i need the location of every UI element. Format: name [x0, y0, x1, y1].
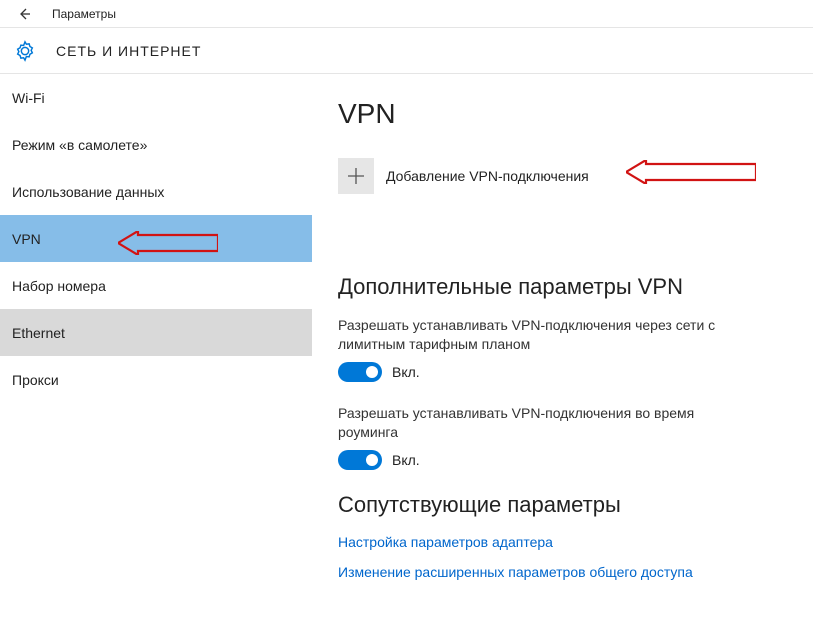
sidebar-item-wifi[interactable]: Wi-Fi: [0, 74, 312, 121]
content-area: VPN Добавление VPN-подключения Дополните…: [312, 74, 813, 634]
plus-icon: [347, 167, 365, 185]
advanced-section-title: Дополнительные параметры VPN: [338, 274, 787, 300]
sidebar-item-ethernet[interactable]: Ethernet: [0, 309, 312, 356]
setting-metered-desc: Разрешать устанавливать VPN-подключения …: [338, 316, 758, 354]
sidebar-item-dialup[interactable]: Набор номера: [0, 262, 312, 309]
sidebar-item-label: VPN: [12, 231, 41, 247]
page-title: VPN: [338, 98, 787, 130]
app-title: Параметры: [52, 7, 116, 21]
toggle-roaming-state: Вкл.: [392, 452, 420, 468]
sidebar-item-proxy[interactable]: Прокси: [0, 356, 312, 403]
add-vpn-label: Добавление VPN-подключения: [386, 168, 589, 184]
sidebar-item-label: Использование данных: [12, 184, 164, 200]
category-title: СЕТЬ И ИНТЕРНЕТ: [56, 43, 201, 59]
toggle-metered[interactable]: [338, 362, 382, 382]
sidebar-item-label: Набор номера: [12, 278, 106, 294]
sidebar-item-vpn[interactable]: VPN: [0, 215, 312, 262]
sidebar-item-data-usage[interactable]: Использование данных: [0, 168, 312, 215]
add-vpn-button[interactable]: Добавление VPN-подключения: [338, 158, 787, 194]
back-arrow-icon: [17, 7, 31, 21]
related-section-title: Сопутствующие параметры: [338, 492, 787, 518]
toggle-metered-state: Вкл.: [392, 364, 420, 380]
gear-icon: [12, 38, 38, 64]
sidebar-item-label: Ethernet: [12, 325, 65, 341]
sidebar: Wi-Fi Режим «в самолете» Использование д…: [0, 74, 312, 634]
annotation-arrow-icon: [626, 160, 756, 184]
back-button[interactable]: [10, 0, 38, 28]
link-advanced-sharing[interactable]: Изменение расширенных параметров общего …: [338, 564, 787, 580]
sidebar-item-airplane[interactable]: Режим «в самолете»: [0, 121, 312, 168]
annotation-arrow-icon: [118, 231, 218, 255]
add-tile: [338, 158, 374, 194]
setting-roaming-desc: Разрешать устанавливать VPN-подключения …: [338, 404, 758, 442]
sidebar-item-label: Прокси: [12, 372, 59, 388]
sidebar-item-label: Wi-Fi: [12, 90, 45, 106]
toggle-roaming[interactable]: [338, 450, 382, 470]
sidebar-item-label: Режим «в самолете»: [12, 137, 147, 153]
link-adapter-options[interactable]: Настройка параметров адаптера: [338, 534, 787, 550]
